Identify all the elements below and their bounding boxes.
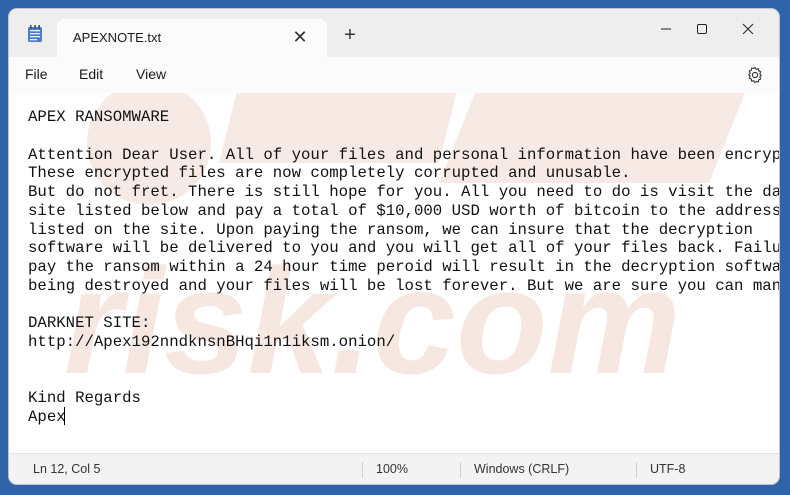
tab-title: APEXNOTE.txt [73, 30, 162, 45]
close-tab-icon[interactable]: ✕ [289, 27, 311, 49]
divider [460, 462, 461, 478]
maximize-icon [697, 24, 707, 34]
notepad-window: APEXNOTE.txt ✕ + File Edit View risk.com… [9, 9, 779, 484]
settings-gear-icon[interactable] [745, 65, 765, 85]
menu-file[interactable]: File [25, 66, 48, 82]
close-icon [742, 23, 754, 35]
zoom-level[interactable]: 100% [376, 462, 408, 476]
divider [636, 462, 637, 478]
cursor-position: Ln 12, Col 5 [33, 462, 101, 476]
document-text: APEX RANSOMWARE Attention Dear User. All… [28, 108, 779, 426]
tab-apexnote[interactable]: APEXNOTE.txt ✕ [57, 19, 327, 57]
menu-view[interactable]: View [136, 66, 166, 82]
encoding: UTF-8 [650, 462, 686, 476]
line-ending: Windows (CRLF) [474, 462, 570, 476]
divider [362, 462, 363, 478]
text-editor[interactable]: risk.com APEX RANSOMWARE Attention Dear … [9, 93, 779, 453]
status-bar: Ln 12, Col 5 100% Windows (CRLF) UTF-8 [9, 453, 779, 484]
notepad-icon [28, 25, 42, 42]
title-bar: APEXNOTE.txt ✕ + [9, 9, 779, 57]
minimize-icon [661, 28, 671, 30]
new-tab-icon[interactable]: + [339, 25, 361, 47]
menu-bar: File Edit View [9, 57, 779, 93]
text-caret [64, 407, 65, 425]
maximize-button[interactable] [679, 9, 725, 49]
close-window-button[interactable] [725, 9, 771, 49]
menu-edit[interactable]: Edit [79, 66, 103, 82]
